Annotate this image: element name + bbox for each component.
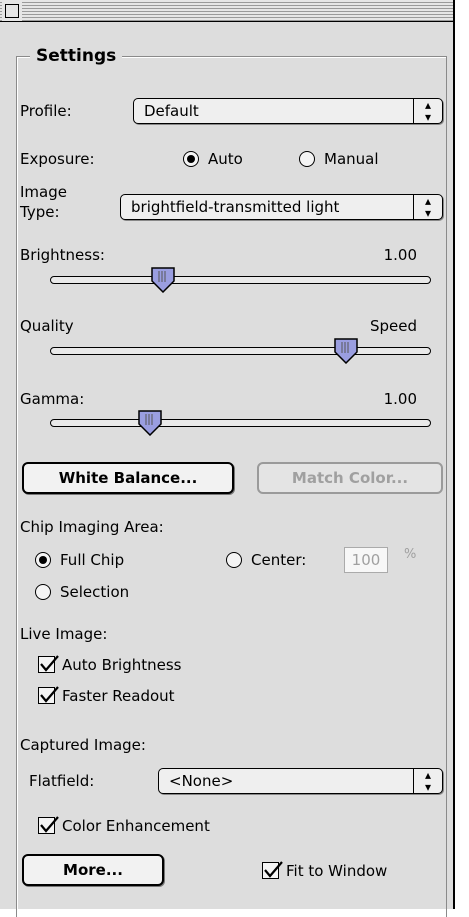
exposure-auto-label[interactable]: Auto xyxy=(208,150,243,168)
title-bar[interactable] xyxy=(0,0,453,22)
chip-imaging-area-label: Chip Imaging Area: xyxy=(20,518,164,536)
auto-brightness-label[interactable]: Auto Brightness xyxy=(62,656,182,674)
image-type-popup[interactable]: brightfield-transmitted light ▴ ▾ xyxy=(120,194,443,220)
brightness-slider-thumb[interactable] xyxy=(150,267,176,293)
fit-to-window-checkbox[interactable] xyxy=(262,861,283,879)
exposure-manual-radio[interactable] xyxy=(299,151,315,167)
captured-image-label: Captured Image: xyxy=(20,736,146,754)
match-color-button[interactable]: Match Color... xyxy=(257,462,443,494)
center-unit-label: % xyxy=(404,547,417,562)
more-button[interactable]: More... xyxy=(22,854,164,886)
brightness-value: 1.00 xyxy=(383,246,417,264)
updown-arrows-icon: ▴ ▾ xyxy=(413,195,442,219)
profile-popup[interactable]: Default ▴ ▾ xyxy=(133,98,443,124)
gamma-slider-track[interactable] xyxy=(50,419,431,427)
speed-label: Speed xyxy=(369,317,417,335)
settings-group-title: Settings xyxy=(30,46,123,66)
exposure-auto-radio[interactable] xyxy=(183,151,199,167)
image-type-label-line1: Image xyxy=(20,183,67,201)
auto-brightness-checkbox[interactable] xyxy=(38,655,59,673)
exposure-label: Exposure: xyxy=(20,150,95,168)
selection-radio[interactable] xyxy=(35,584,51,600)
quality-label: Quality xyxy=(20,317,74,335)
faster-readout-checkbox[interactable] xyxy=(38,686,59,704)
color-enhancement-checkbox[interactable] xyxy=(38,816,59,834)
checkmark-icon xyxy=(40,655,59,672)
updown-arrows-icon: ▴ ▾ xyxy=(413,769,442,793)
image-type-label-line2: Type: xyxy=(20,203,60,221)
brightness-label: Brightness: xyxy=(20,246,105,264)
updown-arrows-icon: ▴ ▾ xyxy=(413,99,442,123)
gamma-label: Gamma: xyxy=(20,390,85,408)
checkmark-icon xyxy=(40,816,59,833)
gamma-slider-thumb[interactable] xyxy=(137,410,163,436)
live-image-label: Live Image: xyxy=(20,625,108,643)
center-label[interactable]: Center: xyxy=(251,551,306,569)
quality-speed-slider-thumb[interactable] xyxy=(333,338,359,364)
flatfield-label: Flatfield: xyxy=(29,772,95,790)
full-chip-label[interactable]: Full Chip xyxy=(60,551,124,569)
fit-to-window-label[interactable]: Fit to Window xyxy=(286,862,387,880)
brightness-slider-track[interactable] xyxy=(50,276,431,284)
close-box-icon[interactable] xyxy=(5,4,19,18)
checkmark-icon xyxy=(264,861,283,878)
center-percent-field[interactable]: 100 xyxy=(344,547,388,573)
checkmark-icon xyxy=(40,686,59,703)
profile-value: Default xyxy=(144,102,199,120)
quality-speed-slider-track[interactable] xyxy=(50,347,431,355)
exposure-manual-label[interactable]: Manual xyxy=(324,150,379,168)
settings-window: Settings Profile: Default ▴ ▾ Exposure: A… xyxy=(0,0,455,917)
center-radio[interactable] xyxy=(226,552,242,568)
image-type-value: brightfield-transmitted light xyxy=(131,198,340,216)
full-chip-radio[interactable] xyxy=(35,552,51,568)
flatfield-popup[interactable]: <None> ▴ ▾ xyxy=(158,768,443,794)
gamma-value: 1.00 xyxy=(383,390,417,408)
flatfield-value: <None> xyxy=(169,772,234,790)
profile-label: Profile: xyxy=(20,102,72,120)
color-enhancement-label[interactable]: Color Enhancement xyxy=(62,817,210,835)
white-balance-button[interactable]: White Balance... xyxy=(22,462,234,494)
faster-readout-label[interactable]: Faster Readout xyxy=(62,687,175,705)
selection-label[interactable]: Selection xyxy=(60,583,129,601)
